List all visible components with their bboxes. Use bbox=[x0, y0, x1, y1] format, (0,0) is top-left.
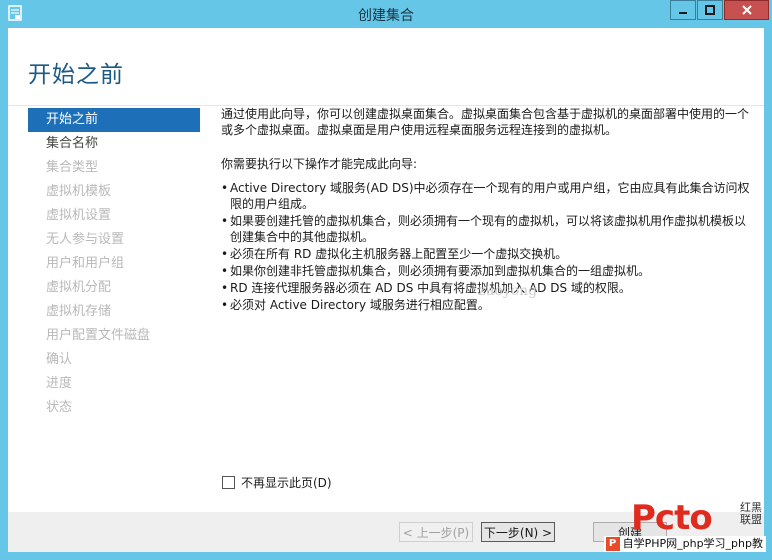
window-title: 创建集合 bbox=[358, 8, 414, 24]
create-collection-window: 创建集合 开始之前 开始之前 集合名称 集合类型 虚拟机模板 虚拟机设置 无人参… bbox=[0, 0, 772, 560]
list-item: 必须在所有 RD 虚拟化主机服务器上配置至少一个虚拟交换机。 bbox=[221, 246, 756, 262]
nav-step-collection-name[interactable]: 集合名称 bbox=[28, 132, 200, 156]
nav-step-user-profile-disks: 用户配置文件磁盘 bbox=[46, 328, 151, 343]
nav-step-vm-allocation: 虚拟机分配 bbox=[46, 280, 112, 295]
checkbox-box[interactable] bbox=[222, 476, 235, 489]
nav-step-collection-type: 集合类型 bbox=[46, 160, 99, 175]
list-item: 如果你创建非托管虚拟机集合，则必须拥有要添加到虚拟机集合的一组虚拟机。 bbox=[221, 263, 756, 279]
list-item: 如果要创建托管的虚拟机集合，则必须拥有一个现有的虚拟机，可以将该虚拟机用作虚拟机… bbox=[221, 213, 756, 245]
nav-step-users-and-groups: 用户和用户组 bbox=[46, 256, 125, 271]
close-button[interactable] bbox=[724, 0, 769, 20]
nav-step-unattended-settings: 无人参与设置 bbox=[46, 232, 125, 247]
site-tag: P 自学PHP网_php学习_php教 bbox=[603, 536, 766, 552]
dont-show-again-checkbox[interactable]: 不再显示此页(D) bbox=[222, 474, 332, 491]
nav-step-vm-settings: 虚拟机设置 bbox=[46, 208, 112, 223]
nav-step-confirmation: 确认 bbox=[46, 352, 73, 367]
list-item: Active Directory 域服务(AD DS)中必须存在一个现有的用户或… bbox=[221, 180, 756, 212]
maximize-button[interactable] bbox=[697, 0, 723, 20]
list-item: 必须对 Active Directory 域服务进行相应配置。 bbox=[221, 297, 756, 313]
intro-paragraph: 通过使用此向导，你可以创建虚拟桌面集合。虚拟桌面集合包含基于虚拟机的桌面部署中使… bbox=[221, 107, 750, 137]
wizard-client-area: 开始之前 开始之前 集合名称 集合类型 虚拟机模板 虚拟机设置 无人参与设置 用… bbox=[8, 28, 764, 552]
maximize-icon bbox=[705, 5, 715, 15]
previous-button[interactable]: < 上一步(P) bbox=[399, 522, 473, 542]
site-watermark-logo: Pcto 红黑联盟 P 自学PHP网_php学习_php教 bbox=[594, 498, 766, 552]
checkbox-label: 不再显示此页(D) bbox=[241, 476, 332, 490]
logo-wordmark: Pcto bbox=[631, 498, 713, 538]
wizard-step-nav: 开始之前 集合名称 集合类型 虚拟机模板 虚拟机设置 无人参与设置 用户和用户组… bbox=[28, 108, 200, 420]
nav-step-results: 状态 bbox=[46, 400, 73, 415]
watermark-text: zuoyong bbox=[478, 283, 538, 299]
nav-step-progress: 进度 bbox=[46, 376, 73, 391]
prerequisites-heading: 你需要执行以下操作才能完成此向导: bbox=[221, 157, 418, 171]
nav-step-vm-storage: 虚拟机存储 bbox=[46, 304, 112, 319]
php-badge-icon: P bbox=[605, 537, 620, 551]
minimize-button[interactable] bbox=[670, 0, 696, 20]
page-title: 开始之前 bbox=[28, 62, 124, 88]
next-button[interactable]: 下一步(N) > bbox=[481, 522, 555, 542]
nav-step-vm-template: 虚拟机模板 bbox=[46, 184, 112, 199]
site-tag-text: 自学PHP网_php学习_php教 bbox=[622, 537, 763, 550]
title-bar[interactable]: 创建集合 bbox=[0, 0, 772, 28]
close-icon bbox=[741, 5, 752, 15]
logo-side-text: 红黑联盟 bbox=[740, 501, 762, 526]
minimize-icon bbox=[679, 12, 687, 14]
nav-step-before-you-begin[interactable]: 开始之前 bbox=[28, 108, 200, 132]
